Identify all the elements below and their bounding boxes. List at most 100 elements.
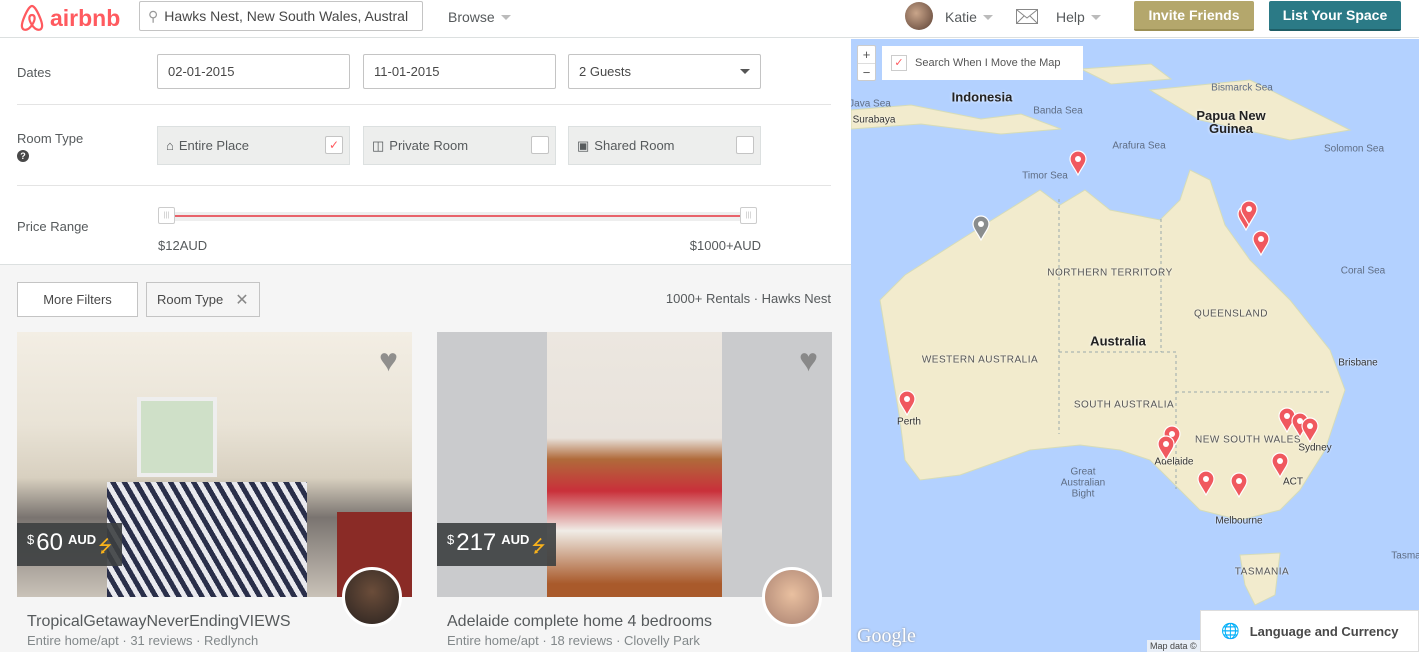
map-data-attribution[interactable]: Map data ©	[1147, 640, 1200, 652]
map-label: Sydney	[1298, 442, 1332, 454]
map-label: Perth	[897, 416, 921, 428]
map-label: Papua New Guinea	[1196, 108, 1266, 136]
price-range-label: Price Range	[17, 219, 89, 234]
price-slider-min-handle[interactable]: |||	[158, 207, 175, 224]
map-pin-icon[interactable]	[1197, 470, 1215, 497]
map-label: Great Australian Bight	[1060, 466, 1106, 500]
map-pin-icon[interactable]	[898, 390, 916, 417]
map-label: Solomon Sea	[1323, 143, 1385, 155]
more-filters-button[interactable]: More Filters	[17, 282, 138, 317]
user-avatar[interactable]	[905, 2, 933, 30]
map-label: Indonesia	[951, 89, 1013, 105]
price-slider-track[interactable]	[160, 212, 756, 221]
price-min-label: $12AUD	[158, 238, 208, 253]
invite-friends-button[interactable]: Invite Friends	[1134, 1, 1254, 31]
price-max-label: $1000+AUD	[689, 238, 761, 253]
couch-icon: ▣	[577, 137, 590, 153]
help-menu[interactable]: Help	[1056, 9, 1101, 25]
language-currency-button[interactable]: 🌐 Language and Currency	[1200, 610, 1419, 652]
map-label: Australia	[1090, 333, 1146, 349]
map-pin-icon[interactable]	[1069, 150, 1087, 177]
currency-unit: AUD	[67, 532, 97, 547]
chevron-down-icon	[982, 14, 993, 20]
guests-select[interactable]: 2 Guests	[568, 54, 761, 89]
checkbox-checked[interactable]: ✓	[891, 55, 907, 71]
user-menu[interactable]: Katie	[945, 9, 993, 25]
price-badge: $217 AUD ⭍	[437, 523, 556, 566]
airbnb-logo[interactable]: airbnb	[18, 3, 120, 33]
map-label: Brisbane	[1338, 357, 1378, 369]
map-label: QUEENSLAND	[1194, 308, 1268, 320]
room-type-label: Shared Room	[594, 138, 675, 153]
map-label: Tasma	[1391, 550, 1419, 562]
browse-label: Browse	[448, 9, 495, 25]
price: 60	[36, 529, 63, 556]
search-when-move-toggle[interactable]: ✓ Search When I Move the Map	[882, 46, 1083, 80]
wishlist-heart-icon[interactable]: ♥	[799, 344, 818, 376]
listing-title[interactable]: Adelaide complete home 4 bedrooms	[447, 613, 712, 631]
chevron-down-icon	[500, 14, 511, 20]
messages-envelope-icon[interactable]	[1016, 9, 1038, 24]
map-pin-icon[interactable]	[1252, 230, 1270, 257]
guests-value: 2 Guests	[579, 64, 632, 79]
chip-label: Room Type	[157, 292, 224, 307]
list-your-space-button[interactable]: List Your Space	[1269, 1, 1401, 31]
dates-label: Dates	[17, 65, 51, 80]
map-label: NORTHERN TERRITORY	[1047, 267, 1173, 279]
checkin-date-input[interactable]: 02-01-2015	[157, 54, 350, 89]
map[interactable]: Indonesia Banda Sea Java Sea Surabaya Timor …	[851, 39, 1419, 652]
help-question-icon[interactable]: ?	[17, 150, 29, 162]
chevron-down-icon	[1090, 14, 1101, 20]
search-icon: ⚲	[148, 7, 159, 24]
room-type-entire-place[interactable]: ⌂ Entire Place ✓	[157, 126, 350, 165]
zoom-out-button[interactable]: −	[858, 63, 875, 81]
globe-icon: 🌐	[1221, 623, 1240, 640]
map-pin-icon[interactable]	[1240, 200, 1258, 227]
listing-subtitle: Entire home/apt · 18 reviews · Clovelly …	[447, 633, 700, 648]
search-value: Hawks Nest, New South Wales, Austral	[164, 8, 409, 24]
zoom-in-button[interactable]: +	[858, 46, 875, 63]
map-label: TASMANIA	[1234, 566, 1290, 578]
airbnb-belo-icon	[20, 4, 44, 31]
host-avatar[interactable]	[762, 567, 822, 627]
map-label: Arafura Sea	[1112, 140, 1166, 152]
listing-subtitle: Entire home/apt · 31 reviews · Redlynch	[27, 633, 259, 648]
map-label: Banda Sea	[1033, 105, 1083, 117]
map-label: Coral Sea	[1340, 265, 1386, 277]
checkbox[interactable]	[531, 136, 549, 154]
results-count: 1000+ Rentals · Hawks Nest	[665, 291, 831, 306]
map-pin-icon[interactable]	[1301, 417, 1319, 444]
language-currency-label: Language and Currency	[1249, 623, 1399, 639]
house-icon: ⌂	[166, 138, 174, 153]
map-pin-icon[interactable]	[1157, 435, 1175, 462]
map-pin-icon[interactable]	[972, 215, 990, 242]
checkbox-checked[interactable]: ✓	[325, 136, 343, 154]
price-slider-max-handle[interactable]: |||	[740, 207, 757, 224]
map-label: SOUTH AUSTRALIA	[1073, 399, 1175, 411]
location-search-input[interactable]: ⚲ Hawks Nest, New South Wales, Austral	[139, 1, 423, 31]
listing-card[interactable]: ♥ $60 AUD ⭍ TropicalGetawayNeverEndingVIEW…	[17, 332, 412, 652]
map-pin-icon[interactable]	[1271, 452, 1289, 479]
checkout-date-input[interactable]: 11-01-2015	[363, 54, 556, 89]
help-label: Help	[1056, 9, 1085, 25]
host-avatar[interactable]	[342, 567, 402, 627]
search-results-panel: Dates 02-01-2015 11-01-2015 2 Guests Roo…	[0, 39, 851, 652]
checkbox[interactable]	[736, 136, 754, 154]
listing-card[interactable]: ♥ $217 AUD ⭍ Adelaide complete home 4 bedr…	[437, 332, 832, 652]
map-label: ACT	[1283, 476, 1303, 488]
instant-book-bolt-icon: ⭍	[98, 537, 113, 556]
room-type-shared-room[interactable]: ▣ Shared Room	[568, 126, 761, 165]
price: 217	[456, 529, 497, 556]
user-name: Katie	[945, 9, 977, 25]
map-label: Bismarck Sea	[1211, 82, 1273, 94]
room-type-private-room[interactable]: ◫ Private Room	[363, 126, 556, 165]
window	[137, 397, 217, 477]
browse-menu[interactable]: Browse	[448, 9, 511, 25]
divider	[17, 185, 831, 186]
room-type-filter-chip[interactable]: Room Type ✕	[146, 282, 260, 317]
close-icon[interactable]: ✕	[235, 290, 248, 310]
map-pin-icon[interactable]	[1230, 472, 1248, 499]
room-type-label: Private Room	[389, 138, 469, 153]
listing-title[interactable]: TropicalGetawayNeverEndingVIEWS	[27, 613, 291, 631]
wishlist-heart-icon[interactable]: ♥	[379, 344, 398, 376]
